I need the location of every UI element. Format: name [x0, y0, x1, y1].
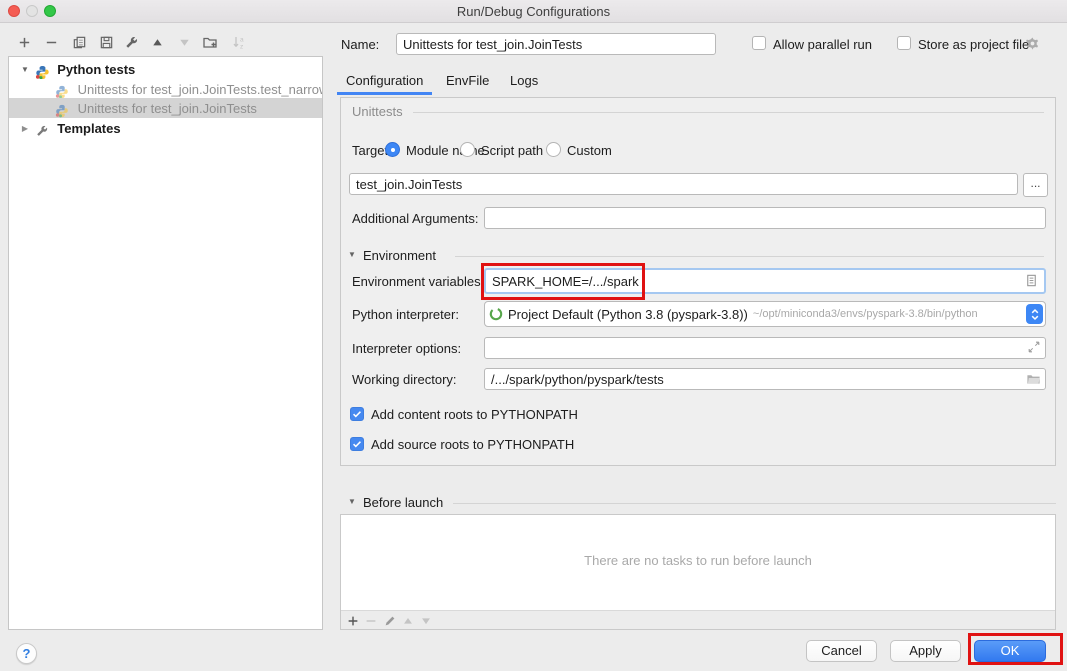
expand-field-icon[interactable]	[1027, 340, 1043, 356]
tree-item-label: Unittests for test_join.JoinTests.test_n…	[78, 80, 322, 99]
before-launch-label: Before launch	[363, 495, 443, 510]
python-tests-icon	[35, 65, 50, 79]
environment-variables-input[interactable]	[484, 268, 1046, 294]
python-interpreter-select[interactable]: Project Default (Python 3.8 (pyspark-3.8…	[484, 301, 1046, 327]
additional-arguments-input[interactable]	[484, 207, 1046, 229]
move-task-down-icon[interactable]	[418, 613, 434, 629]
wrench-icon	[35, 124, 50, 138]
separator-line	[455, 256, 1044, 257]
edit-variables-icon[interactable]	[1024, 273, 1040, 289]
source-roots-checkbox[interactable]	[350, 437, 364, 451]
svg-text:z: z	[240, 44, 243, 51]
help-button[interactable]: ?	[16, 643, 37, 664]
source-roots-label: Add source roots to PYTHONPATH	[371, 437, 574, 452]
edit-task-icon[interactable]	[382, 613, 398, 629]
remove-task-icon[interactable]	[363, 613, 379, 629]
python-interpreter-label: Python interpreter:	[352, 307, 459, 322]
environment-variables-label: Environment variables:	[352, 274, 484, 289]
environment-collapse-icon[interactable]: ▼	[346, 250, 358, 259]
store-as-project-file-label: Store as project file	[918, 37, 1029, 52]
allow-parallel-run-label: Allow parallel run	[773, 37, 872, 52]
move-up-icon[interactable]	[148, 33, 166, 51]
allow-parallel-run-checkbox[interactable]	[752, 36, 766, 50]
sort-alphabetically-icon[interactable]: az	[230, 33, 248, 51]
tree-item-jointests-selected[interactable]: Unittests for test_join.JoinTests	[9, 98, 322, 118]
no-tasks-text: There are no tasks to run before launch	[341, 553, 1055, 568]
separator-line	[453, 503, 1056, 504]
add-task-icon[interactable]	[345, 613, 361, 629]
name-input[interactable]	[396, 33, 716, 55]
python-interpreter-path: ~/opt/miniconda3/envs/pyspark-3.8/bin/py…	[753, 308, 978, 320]
tree-item-templates[interactable]: ▶ Templates	[9, 118, 322, 138]
working-directory-input[interactable]	[484, 368, 1046, 390]
window-title: Run/Debug Configurations	[0, 4, 1067, 19]
active-tab-underline	[337, 92, 432, 95]
radio-custom[interactable]	[546, 142, 561, 157]
tree-item-label: Unittests for test_join.JoinTests	[78, 99, 257, 118]
folder-icon[interactable]	[1026, 371, 1042, 387]
conda-env-icon	[489, 307, 503, 321]
apply-button[interactable]: Apply	[890, 640, 961, 662]
title-bar: Run/Debug Configurations	[0, 0, 1067, 23]
interpreter-options-input[interactable]	[484, 337, 1046, 359]
configurations-tree: ▼ Python tests Unittests for test_join.J…	[8, 56, 323, 630]
tab-logs[interactable]: Logs	[510, 72, 538, 90]
dropdown-stepper-icon[interactable]	[1026, 304, 1043, 324]
radio-module-name[interactable]	[385, 142, 400, 157]
store-as-project-file-checkbox[interactable]	[897, 36, 911, 50]
tab-envfile[interactable]: EnvFile	[446, 72, 489, 90]
move-task-up-icon[interactable]	[400, 613, 416, 629]
remove-icon[interactable]	[42, 33, 60, 51]
interpreter-options-label: Interpreter options:	[352, 341, 461, 356]
before-launch-collapse-icon[interactable]: ▼	[346, 497, 358, 506]
tasks-list[interactable]: There are no tasks to run before launch	[341, 515, 1055, 611]
edit-templates-icon[interactable]	[122, 33, 140, 51]
browse-module-button[interactable]: ...	[1023, 173, 1048, 197]
environment-section-label: Environment	[363, 248, 436, 263]
radio-custom-label: Custom	[567, 143, 612, 158]
radio-script-path[interactable]	[460, 142, 475, 157]
cancel-button[interactable]: Cancel	[806, 640, 877, 662]
tree-item-python-tests[interactable]: ▼ Python tests	[9, 59, 322, 79]
additional-arguments-label: Additional Arguments:	[352, 211, 478, 226]
module-name-input[interactable]	[349, 173, 1018, 195]
tree-item-label: Python tests	[57, 60, 135, 79]
unittests-section-label: Unittests	[352, 104, 403, 119]
move-down-icon[interactable]	[175, 33, 193, 51]
name-label: Name:	[341, 37, 379, 52]
gear-icon[interactable]	[1025, 36, 1040, 51]
expand-arrow-icon[interactable]: ▼	[19, 60, 31, 79]
before-launch-tasks-box: There are no tasks to run before launch	[340, 514, 1056, 630]
tree-item-test-narrow[interactable]: Unittests for test_join.JoinTests.test_n…	[9, 79, 322, 99]
radio-script-path-label: Script path	[481, 143, 543, 158]
add-icon[interactable]	[15, 33, 33, 51]
separator-line	[413, 112, 1044, 113]
save-icon[interactable]	[97, 33, 115, 51]
tree-item-label: Templates	[57, 119, 120, 138]
ok-button[interactable]: OK	[974, 640, 1046, 662]
tab-configuration[interactable]: Configuration	[346, 72, 423, 90]
copy-icon[interactable]	[70, 33, 88, 51]
new-folder-icon[interactable]	[201, 33, 219, 51]
content-roots-label: Add content roots to PYTHONPATH	[371, 407, 578, 422]
python-interpreter-value: Project Default (Python 3.8 (pyspark-3.8…	[508, 307, 748, 322]
svg-text:a: a	[240, 37, 244, 44]
python-test-icon	[55, 104, 70, 118]
python-test-icon	[55, 85, 70, 99]
content-roots-checkbox[interactable]	[350, 407, 364, 421]
collapse-arrow-icon[interactable]: ▶	[19, 119, 31, 138]
working-directory-label: Working directory:	[352, 372, 457, 387]
